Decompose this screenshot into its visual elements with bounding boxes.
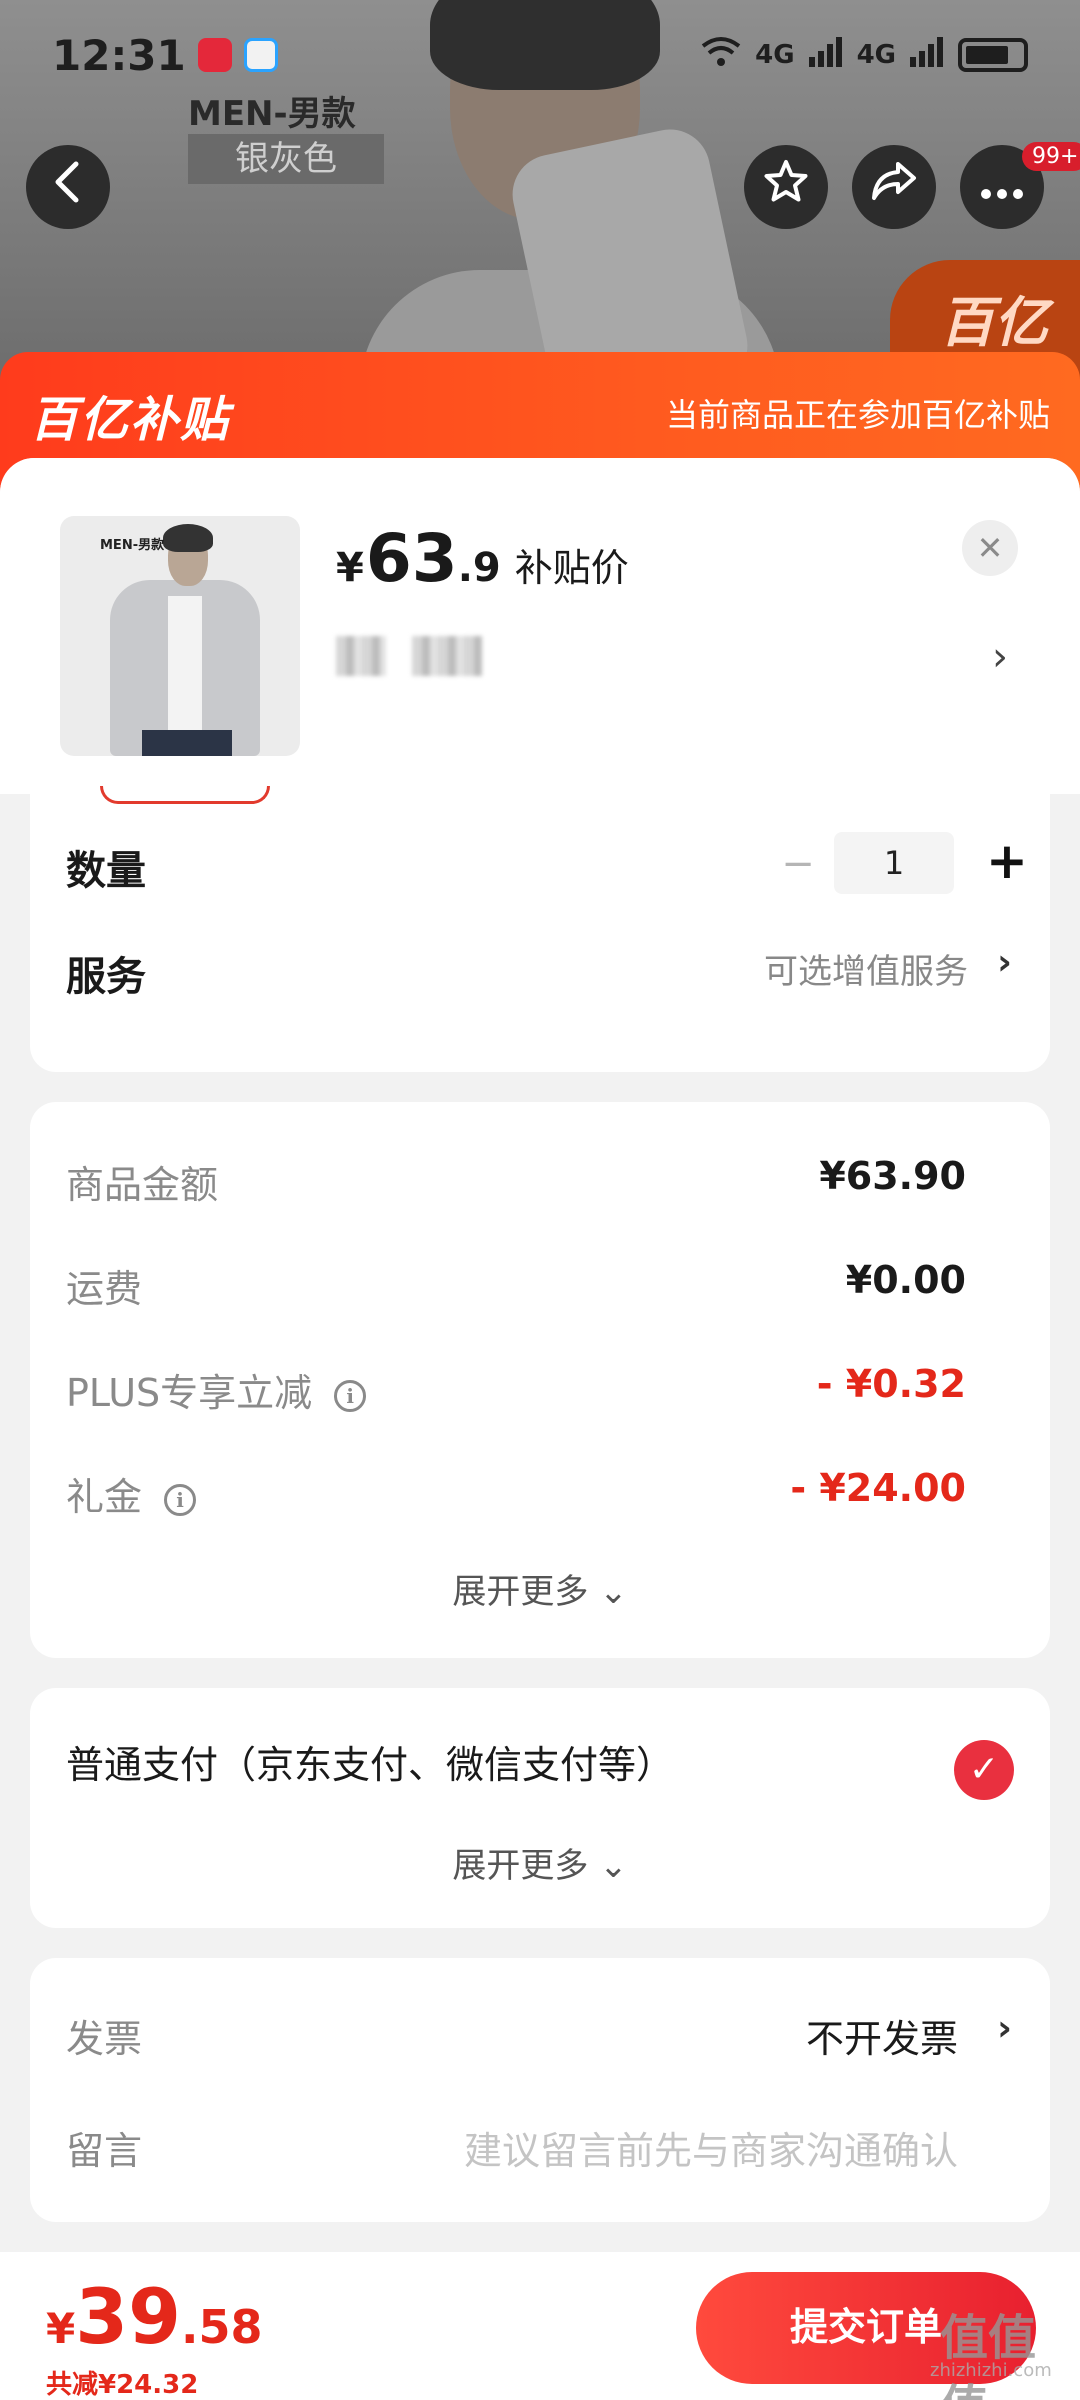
note-label: 留言 xyxy=(66,2129,143,2173)
price-type-label: 补贴价 xyxy=(514,546,629,590)
chevron-right-icon[interactable]: › xyxy=(997,2008,1012,2049)
notification-badge: 99+ xyxy=(1022,142,1080,171)
invoice-value[interactable]: 不开发票 xyxy=(806,2008,958,2063)
price-breakdown-card: 商品金额 ¥63.90 运费 ¥0.00 PLUS专享立减 i - ¥0.32 礼… xyxy=(30,1102,1050,1658)
product-color-label: 银灰色 xyxy=(188,134,384,184)
info-icon[interactable]: i xyxy=(334,1379,367,1412)
gift-money-row: 礼金 i xyxy=(66,1466,197,1521)
checkmark-icon[interactable]: ✓ xyxy=(954,1740,1014,1800)
signal-icon: 4G xyxy=(856,40,896,70)
gift-money-label: 礼金 xyxy=(66,1475,143,1519)
notification-app-icon xyxy=(243,38,278,72)
more-dots-icon xyxy=(980,164,1024,210)
total-integer: 39 xyxy=(75,2272,181,2361)
back-button[interactable] xyxy=(26,145,110,229)
quantity-service-card: 数量 − 1 + 服务 可选增值服务 › xyxy=(30,786,1050,1072)
shipping-value: ¥0.00 xyxy=(845,1258,966,1302)
star-icon xyxy=(762,158,810,216)
checkout-bar: ¥ 39 .58 共减¥24.32 提交订单 xyxy=(0,2252,1080,2400)
service-label: 服务 xyxy=(66,954,146,1000)
expand-more-button[interactable]: 展开更多 ⌄ xyxy=(30,1564,1050,1613)
close-button[interactable]: ✕ xyxy=(962,520,1018,576)
price-integer: 63 xyxy=(365,520,458,597)
quantity-label: 数量 xyxy=(66,848,146,894)
order-sheet: MEN-男款 ¥ 63 .9 补贴价 ✕ › 数量 − 1 + 服务 可选增值服… xyxy=(0,458,1080,2400)
signal-icon: 4G xyxy=(755,40,795,70)
payment-card: 普通支付（京东支付、微信支付等） ✓ 展开更多 ⌄ xyxy=(30,1688,1050,1928)
battery-icon xyxy=(958,38,1028,72)
close-icon: ✕ xyxy=(976,529,1004,567)
chevron-right-icon[interactable]: › xyxy=(997,942,1012,983)
product-price: ¥ 63 .9 补贴价 xyxy=(336,520,629,597)
price-decimal: .9 xyxy=(457,545,501,591)
invoice-label: 发票 xyxy=(66,2017,143,2061)
status-bar: 12:31 4G 4G xyxy=(0,0,1080,110)
total-decimal: .58 xyxy=(181,2300,263,2354)
wifi-icon xyxy=(701,36,741,75)
plus-discount-row: PLUS专享立减 i xyxy=(66,1362,367,1417)
spec-chip-edge xyxy=(100,786,270,804)
info-icon[interactable]: i xyxy=(164,1483,197,1516)
subsidy-logo: 百亿补贴 xyxy=(30,392,231,448)
invoice-note-card: 发票 不开发票 › 留言 建议留言前先与商家沟通确认 xyxy=(30,1958,1050,2222)
total-currency: ¥ xyxy=(46,2304,76,2353)
product-variant-label: MEN-男款 xyxy=(188,94,356,134)
watermark-domain: zhizhizhi.com xyxy=(930,2360,1052,2381)
quantity-increase-button[interactable]: + xyxy=(980,834,1034,888)
subtotal-value: ¥63.90 xyxy=(819,1154,966,1198)
note-input[interactable]: 建议留言前先与商家沟通确认 xyxy=(464,2120,958,2175)
signal-bars-icon xyxy=(808,36,843,74)
favorite-button[interactable] xyxy=(744,145,828,229)
signal-bars-icon xyxy=(910,36,944,74)
total-price: ¥ 39 .58 xyxy=(46,2272,263,2361)
product-summary: MEN-男款 ¥ 63 .9 补贴价 ✕ › xyxy=(0,458,1080,794)
total-savings: 共减¥24.32 xyxy=(46,2370,199,2400)
quantity-input[interactable]: 1 xyxy=(834,832,954,894)
subtotal-label: 商品金额 xyxy=(66,1163,219,1207)
chevron-right-icon[interactable]: › xyxy=(992,634,1008,680)
gift-money-value: - ¥24.00 xyxy=(790,1466,966,1510)
quantity-decrease-button[interactable]: − xyxy=(778,844,818,884)
service-option[interactable]: 可选增值服务 xyxy=(764,944,968,993)
payment-method-label[interactable]: 普通支付（京东支付、微信支付等） xyxy=(66,1734,674,1789)
selected-spec-blurred[interactable] xyxy=(336,636,482,676)
thumbnail-label: MEN-男款 xyxy=(100,538,165,553)
notification-app-icon xyxy=(197,38,232,72)
plus-discount-value: - ¥0.32 xyxy=(816,1362,966,1406)
payment-expand-more-button[interactable]: 展开更多 ⌄ xyxy=(30,1838,1050,1887)
share-icon xyxy=(870,160,918,214)
chevron-left-icon xyxy=(50,160,86,214)
price-currency: ¥ xyxy=(336,545,364,591)
subsidy-notice: 当前商品正在参加百亿补贴 xyxy=(665,396,1050,434)
share-button[interactable] xyxy=(852,145,936,229)
shipping-label: 运费 xyxy=(66,1267,143,1311)
status-time: 12:31 xyxy=(52,30,186,80)
watermark: 值值值 xyxy=(940,2310,1037,2400)
plus-discount-label: PLUS专享立减 xyxy=(66,1371,313,1415)
product-thumbnail: MEN-男款 xyxy=(60,516,300,756)
